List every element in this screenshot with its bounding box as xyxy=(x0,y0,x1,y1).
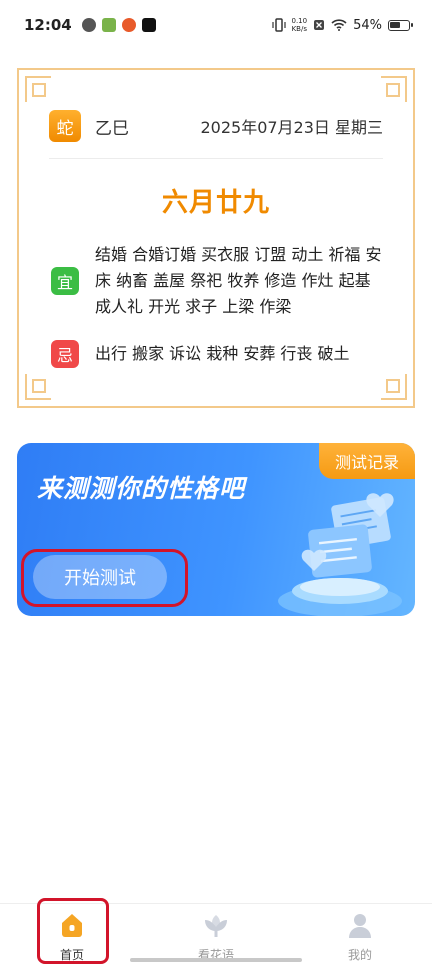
avoid-activities: 出行 搬家 诉讼 栽种 安葬 行丧 破土 xyxy=(95,344,350,363)
status-bar: 12:04 0.10 KB/s 54% xyxy=(0,0,432,50)
status-left: 12:04 xyxy=(24,16,156,34)
banner-title: 来测测你的性格吧 xyxy=(37,474,246,503)
net-speed-value: 0.10 xyxy=(291,17,308,25)
suitable-activities: 结婚 合婚订婚 买衣服 订盟 动土 祈福 安床 纳畜 盖屋 祭祀 牧养 修造 作… xyxy=(95,245,382,316)
weibo-icon xyxy=(121,18,136,32)
battery-icon xyxy=(388,19,413,31)
suitable-row: 宜 结婚 合婚订婚 买衣服 订盟 动土 祈福 安床 纳畜 盖屋 祭祀 牧养 修造… xyxy=(51,242,385,320)
chat-bubbles-illustration xyxy=(278,493,402,616)
divider xyxy=(49,158,383,159)
flower-icon xyxy=(201,910,231,940)
corner-ornament xyxy=(381,76,407,102)
avoid-tag: 忌 xyxy=(51,340,79,368)
wifi-icon xyxy=(331,19,347,31)
user-icon xyxy=(345,910,375,940)
check-circle-icon xyxy=(81,18,96,32)
avoid-row: 忌 出行 搬家 诉讼 栽种 安葬 行丧 破土 xyxy=(51,340,385,368)
status-right: 0.10 KB/s 54% xyxy=(271,17,413,33)
gesture-bar[interactable] xyxy=(130,958,302,962)
net-speed: 0.10 KB/s xyxy=(292,17,308,33)
nav-mine-label: 我的 xyxy=(347,948,372,962)
battery-percent: 54% xyxy=(353,17,382,33)
tiktok-icon xyxy=(141,18,156,32)
zodiac-badge: 蛇 xyxy=(49,110,81,142)
nav-mine[interactable]: 我的 xyxy=(320,910,400,963)
gregorian-date: 2025年07月23日 星期三 xyxy=(200,118,383,137)
ganzhi-year: 乙巳 xyxy=(95,118,129,139)
almanac-header: 蛇 乙巳 2025年07月23日 星期三 xyxy=(49,110,383,142)
annotation-highlight xyxy=(37,898,109,964)
corner-ornament xyxy=(25,374,51,400)
app-notification-icon xyxy=(101,18,116,32)
status-time: 12:04 xyxy=(24,16,72,34)
lunar-date: 六月廿九 xyxy=(161,188,270,218)
corner-ornament xyxy=(25,76,51,102)
annotation-highlight xyxy=(21,549,188,607)
nav-flower[interactable]: 看花语 xyxy=(176,910,256,963)
almanac-card[interactable]: 蛇 乙巳 2025年07月23日 星期三 六月廿九 宜 结婚 合婚订婚 买衣服 … xyxy=(17,68,415,408)
test-record-button[interactable]: 测试记录 xyxy=(319,443,415,479)
net-speed-unit: KB/s xyxy=(291,25,307,33)
corner-ornament xyxy=(381,374,407,400)
suitable-tag: 宜 xyxy=(51,267,79,295)
no-sim-icon xyxy=(314,20,325,30)
vibrate-icon xyxy=(271,18,286,32)
